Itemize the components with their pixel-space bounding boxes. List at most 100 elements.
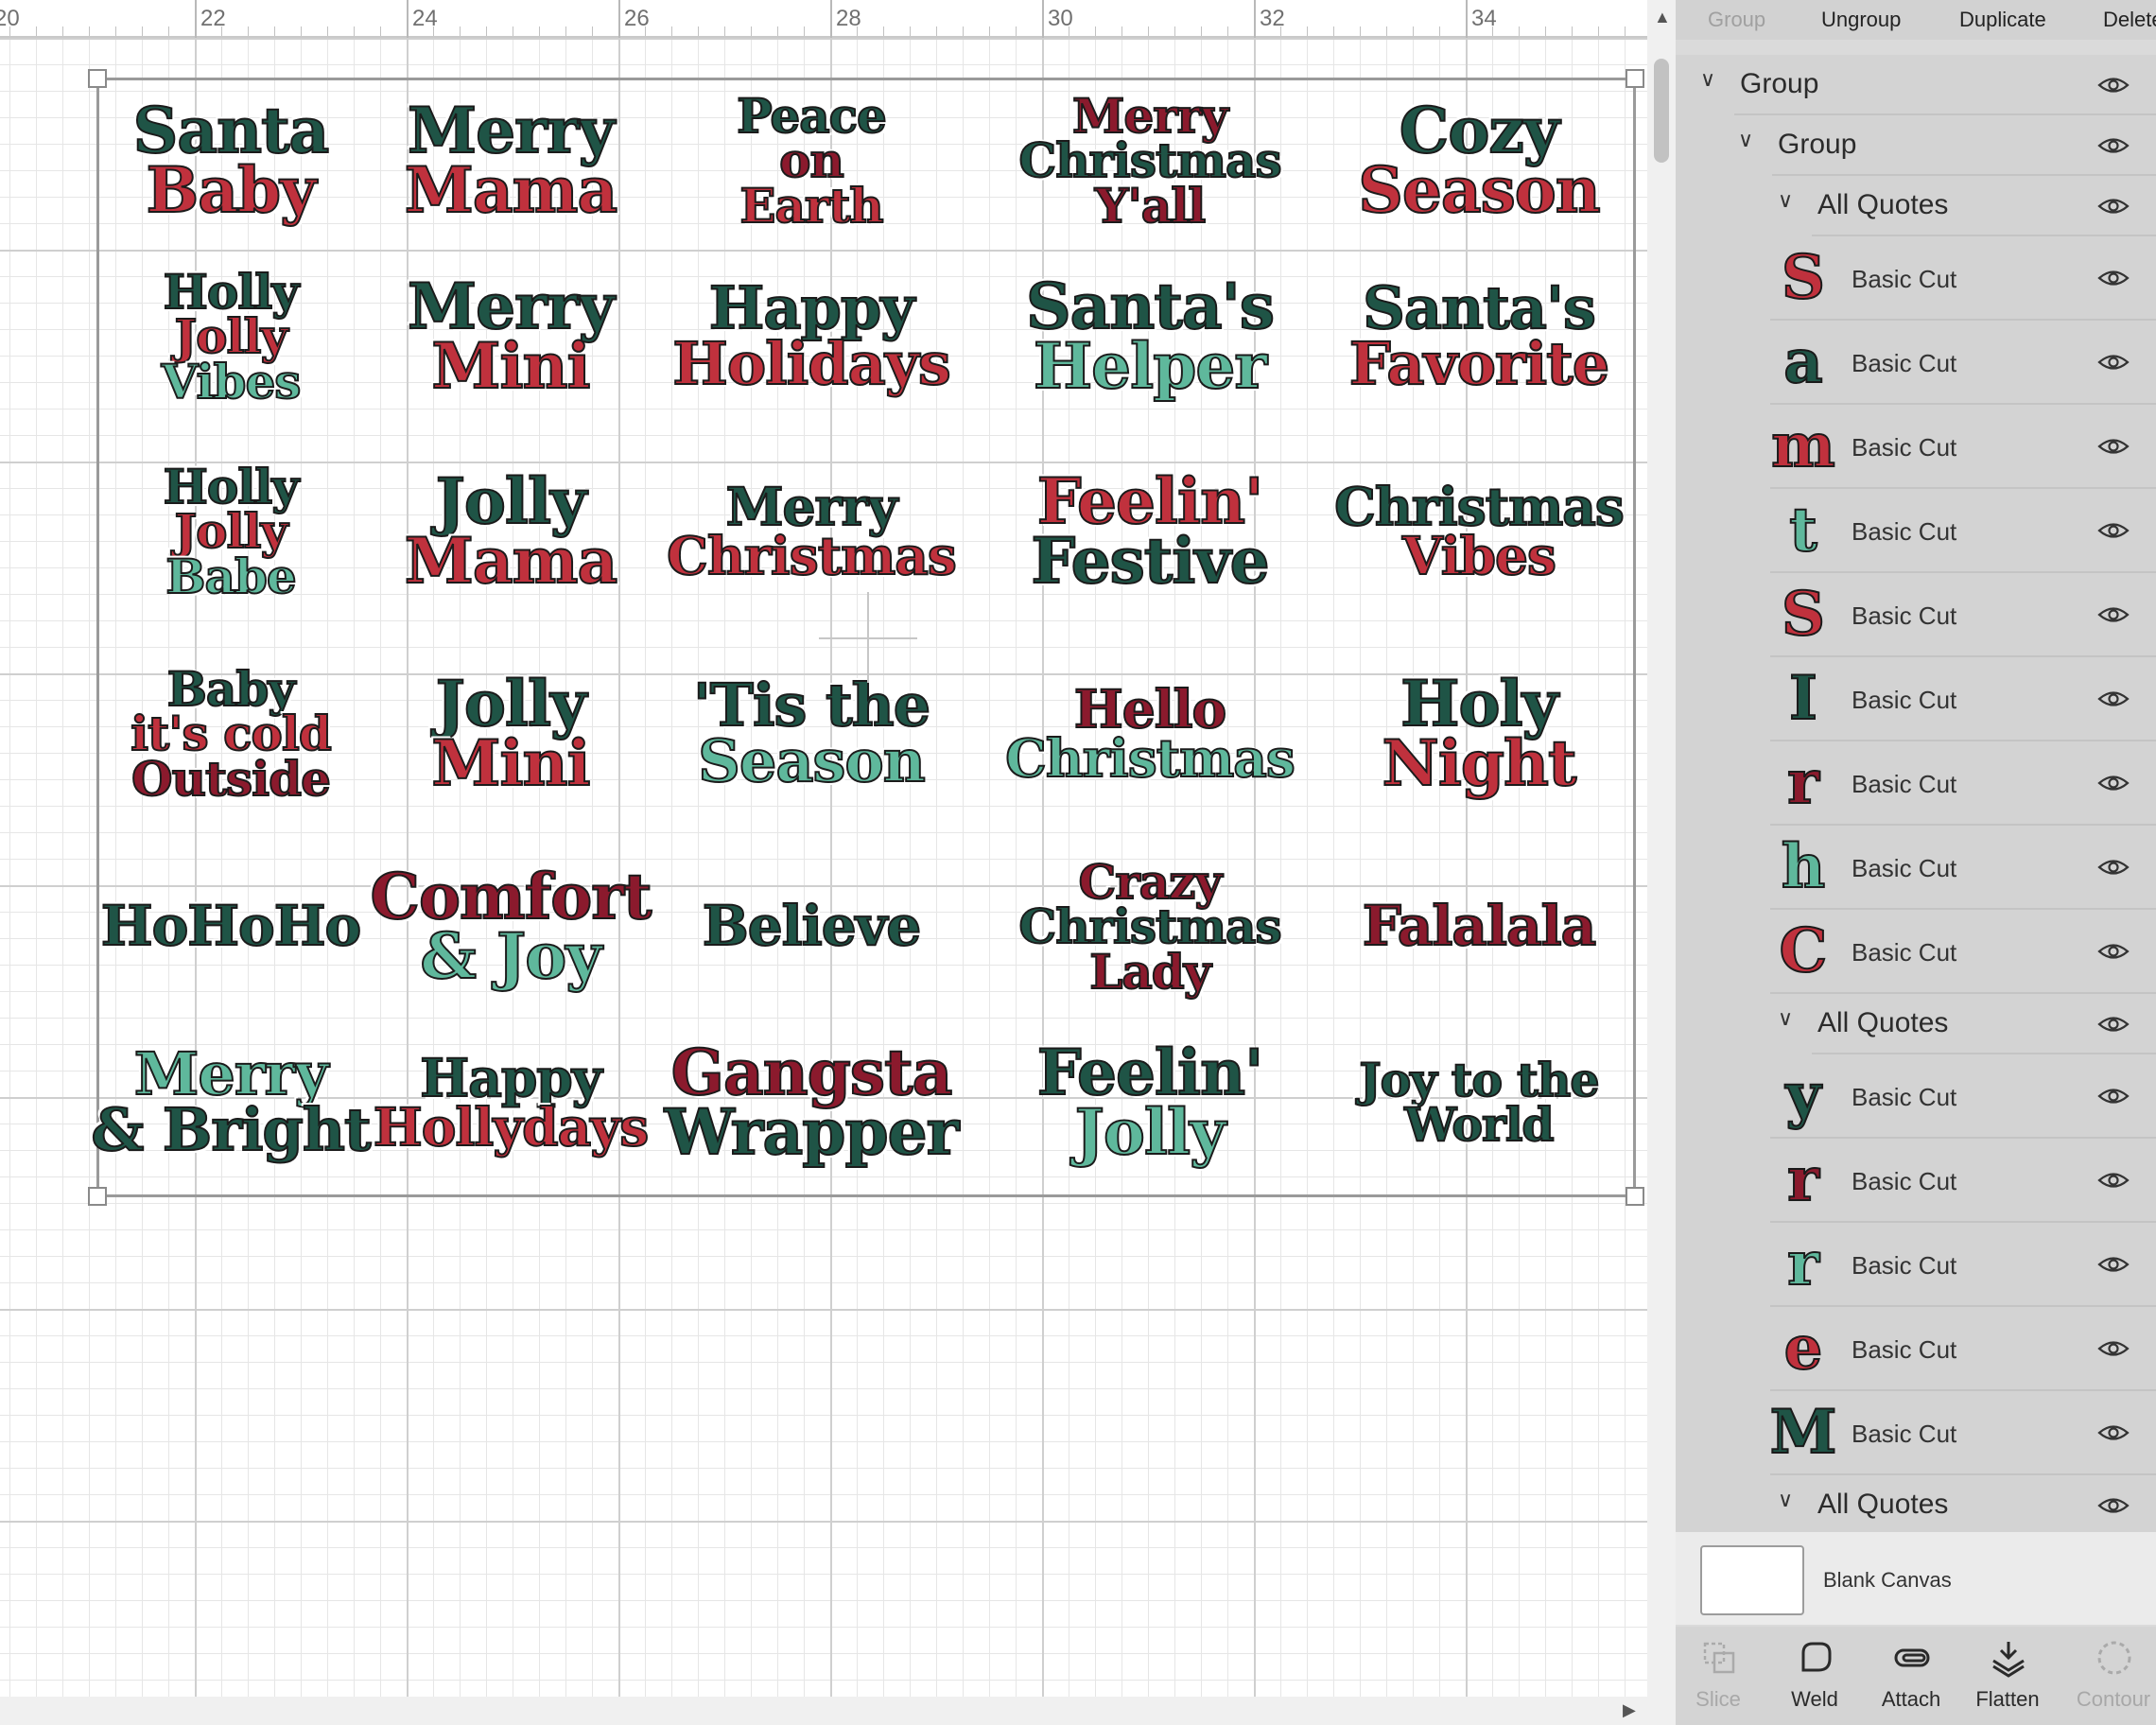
chevron-down-icon[interactable]: ∨	[1778, 1489, 1793, 1512]
horizontal-scrollbar[interactable]: ▶	[0, 1697, 1676, 1725]
ungroup-button[interactable]: Ungroup	[1821, 8, 1901, 32]
layer-item[interactable]: S Basic Cut	[1676, 573, 2156, 657]
resize-handle-top-left[interactable]	[88, 69, 107, 88]
quote-design[interactable]: Holly Jolly Babe	[79, 462, 382, 601]
layer-item[interactable]: S Basic Cut	[1676, 236, 2156, 321]
scroll-up-arrow-icon[interactable]: ▲	[1654, 8, 1671, 27]
layer-subgroup-row[interactable]: ∨ Group	[1676, 115, 2156, 176]
quote-design[interactable]: HoHoHo	[79, 897, 382, 954]
visibility-eye-icon[interactable]	[2097, 76, 2130, 95]
layer-group-row[interactable]: ∨ Group	[1676, 55, 2156, 115]
quote-design[interactable]: Merry Mini	[359, 274, 662, 397]
visibility-eye-icon[interactable]	[2097, 1339, 2130, 1358]
layer-item[interactable]: I Basic Cut	[1676, 657, 2156, 741]
scrollbar-thumb[interactable]	[1654, 59, 1669, 163]
layer-all-quotes-row[interactable]: ∨ All Quotes	[1676, 1475, 2156, 1532]
layer-item[interactable]: M Basic Cut	[1676, 1391, 2156, 1475]
quote-design[interactable]: Holy Night	[1328, 671, 1630, 794]
visibility-eye-icon[interactable]	[2097, 1496, 2130, 1515]
canvas-swatch[interactable]	[1700, 1545, 1804, 1615]
quote-design[interactable]: Holly Jolly Vibes	[79, 268, 382, 406]
quote-design[interactable]: Joy to the World	[1328, 1056, 1630, 1148]
quote-design[interactable]: Believe	[660, 897, 963, 954]
chevron-down-icon[interactable]: ∨	[1778, 1007, 1793, 1031]
delete-button[interactable]: Delete	[2103, 8, 2156, 32]
visibility-eye-icon[interactable]	[2097, 1171, 2130, 1190]
quote-design[interactable]: Merry Mama	[359, 98, 662, 221]
visibility-eye-icon[interactable]	[2097, 605, 2130, 624]
chevron-down-icon[interactable]: ∨	[1738, 129, 1753, 152]
quote-design[interactable]: Feelin' Jolly	[999, 1040, 1301, 1163]
layer-item[interactable]: r Basic Cut	[1676, 1223, 2156, 1307]
flatten-button[interactable]: Flatten	[1965, 1627, 2050, 1725]
layer-item[interactable]: r Basic Cut	[1676, 1139, 2156, 1223]
quote-design[interactable]: Santa Baby	[79, 98, 382, 221]
layer-item[interactable]: C Basic Cut	[1676, 910, 2156, 994]
blank-canvas-row[interactable]: Blank Canvas	[1676, 1532, 2156, 1625]
visibility-eye-icon[interactable]	[2097, 437, 2130, 456]
layer-item[interactable]: m Basic Cut	[1676, 405, 2156, 489]
quote-design[interactable]: Falalala	[1328, 897, 1630, 954]
ruler-minor-tick	[883, 26, 884, 36]
quote-design[interactable]: Happy Hollydays	[359, 1051, 662, 1155]
visibility-eye-icon[interactable]	[2097, 197, 2130, 216]
layer-thumbnail: h	[1781, 831, 1827, 902]
visibility-eye-icon[interactable]	[2097, 774, 2130, 793]
quote-design[interactable]: Crazy Christmas Lady	[999, 858, 1301, 996]
quote-line: Cozy	[1399, 94, 1560, 168]
visibility-eye-icon[interactable]	[2097, 1423, 2130, 1442]
quote-design[interactable]: Santa's Helper	[999, 274, 1301, 397]
chevron-down-icon[interactable]: ∨	[1700, 68, 1715, 92]
quote-design[interactable]: Santa's Favorite	[1328, 278, 1630, 394]
quote-design[interactable]: Merry & Bright	[79, 1044, 382, 1160]
visibility-eye-icon[interactable]	[2097, 136, 2130, 155]
ruler-minor-tick	[142, 26, 143, 36]
layer-all-quotes-row[interactable]: ∨ All Quotes	[1676, 994, 2156, 1054]
visibility-eye-icon[interactable]	[2097, 269, 2130, 288]
visibility-eye-icon[interactable]	[2097, 1255, 2130, 1274]
resize-handle-top-right[interactable]	[1626, 69, 1644, 88]
quote-design[interactable]: Merry Christmas Y'all	[999, 92, 1301, 230]
layer-all-quotes-row[interactable]: ∨ All Quotes	[1676, 176, 2156, 236]
quote-design[interactable]: Merry Christmas	[660, 479, 963, 584]
resize-handle-bottom-right[interactable]	[1626, 1187, 1644, 1206]
quote-design[interactable]: Jolly Mama	[359, 469, 662, 592]
layer-item[interactable]: h Basic Cut	[1676, 826, 2156, 910]
visibility-eye-icon[interactable]	[2097, 1087, 2130, 1106]
quote-design[interactable]: Christmas Vibes	[1328, 479, 1630, 584]
layer-item[interactable]: y Basic Cut	[1676, 1054, 2156, 1139]
quote-design[interactable]: Feelin' Festive	[999, 469, 1301, 592]
quote-design[interactable]: Happy Holidays	[660, 278, 963, 394]
layer-item[interactable]: r Basic Cut	[1676, 741, 2156, 826]
visibility-eye-icon[interactable]	[2097, 942, 2130, 961]
ruler-label: 20	[0, 6, 20, 31]
quote-design[interactable]: Hello Christmas	[999, 682, 1301, 786]
quote-design[interactable]: Baby it's cold Outside	[79, 665, 382, 803]
visibility-eye-icon[interactable]	[2097, 858, 2130, 877]
chevron-down-icon[interactable]: ∨	[1778, 189, 1793, 213]
attach-button[interactable]: Attach	[1869, 1627, 1954, 1725]
resize-handle-bottom-left[interactable]	[88, 1187, 107, 1206]
layer-item[interactable]: a Basic Cut	[1676, 321, 2156, 405]
quote-design[interactable]: Peace on Earth	[660, 92, 963, 230]
layers-list[interactable]: ∨ Group ∨ Group ∨ All Quotes S Basic Cut a Basic …	[1676, 55, 2156, 1532]
quote-design[interactable]: 'Tis the Season	[660, 675, 963, 792]
quote-design[interactable]: Comfort & Joy	[359, 864, 662, 987]
weld-button[interactable]: Weld	[1772, 1627, 1857, 1725]
quote-design[interactable]: Jolly Mini	[359, 671, 662, 794]
vertical-scrollbar[interactable]: ▲	[1647, 0, 1676, 1697]
layer-item[interactable]: t Basic Cut	[1676, 489, 2156, 573]
group-button[interactable]: Group	[1708, 8, 1765, 32]
layer-item[interactable]: e Basic Cut	[1676, 1307, 2156, 1391]
design-canvas[interactable]: 20 22 24 26 28 30 32 34 Santa Baby Merry Mama Peace…	[0, 0, 1647, 1697]
visibility-eye-icon[interactable]	[2097, 1015, 2130, 1034]
visibility-eye-icon[interactable]	[2097, 689, 2130, 708]
scroll-right-arrow-icon[interactable]: ▶	[1623, 1700, 1636, 1720]
contour-button[interactable]: Contour	[2071, 1627, 2156, 1725]
visibility-eye-icon[interactable]	[2097, 521, 2130, 540]
quote-design[interactable]: Gangsta Wrapper	[660, 1040, 963, 1163]
quote-design[interactable]: Cozy Season	[1328, 94, 1630, 221]
duplicate-button[interactable]: Duplicate	[1959, 8, 2046, 32]
visibility-eye-icon[interactable]	[2097, 353, 2130, 372]
slice-button[interactable]: Slice	[1676, 1627, 1761, 1725]
